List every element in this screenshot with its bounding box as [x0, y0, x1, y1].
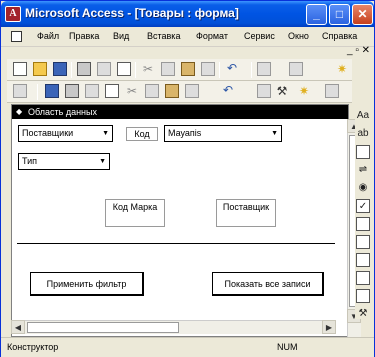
form-window-icon[interactable]	[11, 31, 22, 42]
build-icon[interactable]: ⚒	[275, 84, 289, 98]
suppliers-combo[interactable]: Поставщики ▼	[18, 125, 113, 142]
spelling-icon-2[interactable]	[105, 84, 119, 98]
horizontal-scroll-thumb[interactable]	[27, 322, 179, 333]
print-icon[interactable]	[77, 62, 91, 76]
code-brand-label[interactable]: Код Марка	[105, 199, 165, 227]
apply-filter-button[interactable]: Применить фильтр	[30, 272, 144, 296]
cut-icon[interactable]: ✂	[141, 62, 155, 76]
scroll-left-icon[interactable]: ◀	[11, 320, 25, 334]
status-bar: Конструктор NUM	[1, 337, 374, 357]
menu-view[interactable]: Вид	[113, 31, 129, 41]
new-icon[interactable]	[13, 62, 27, 76]
new-object-icon[interactable]: ✷	[335, 62, 349, 76]
title-bar: A Microsoft Access - [Товары : форма] _ …	[1, 1, 374, 27]
menu-bar: Файл Правка Вид Вставка Формат Сервис Ок…	[1, 27, 374, 47]
menu-insert[interactable]: Вставка	[147, 31, 180, 41]
menu-edit[interactable]: Правка	[69, 31, 99, 41]
separator	[251, 62, 252, 78]
toggle-button-icon[interactable]: ⇌	[356, 163, 370, 177]
close-button[interactable]: ✕	[352, 4, 373, 25]
document-window-controls[interactable]: _ ▫ ✕	[347, 45, 370, 56]
divider-line	[17, 243, 335, 244]
menu-format[interactable]: Формат	[196, 31, 228, 41]
menu-window[interactable]: Окно	[288, 31, 309, 41]
open-icon[interactable]	[33, 62, 47, 76]
insert-hyperlink-icon[interactable]	[257, 62, 271, 76]
save-icon-2[interactable]	[45, 84, 59, 98]
paste-icon[interactable]	[181, 62, 195, 76]
access-window: A Microsoft Access - [Товары : форма] _ …	[0, 0, 375, 357]
more-controls-icon[interactable]: ⚒	[356, 307, 370, 321]
type-combo[interactable]: Тип ▼	[18, 153, 110, 170]
separator	[135, 62, 136, 78]
menu-help[interactable]: Справка	[322, 31, 357, 41]
type-combo-label: Тип	[22, 156, 38, 166]
print-preview-icon-2[interactable]	[85, 84, 99, 98]
code-label[interactable]: Код	[126, 127, 158, 141]
status-mode: Конструктор	[7, 342, 59, 352]
option-group-icon[interactable]	[356, 145, 370, 159]
copy-icon[interactable]	[161, 62, 175, 76]
detail-section-header[interactable]: ◆ Область данных	[12, 105, 348, 119]
minimize-button[interactable]: _	[306, 4, 327, 25]
combo-box-tool-icon[interactable]	[356, 217, 370, 231]
separator	[71, 62, 72, 78]
value-combo[interactable]: Мауапis ▼	[164, 125, 282, 142]
menu-file[interactable]: Файл	[37, 31, 59, 41]
list-box-tool-icon[interactable]	[356, 235, 370, 249]
subform-tool-icon[interactable]	[356, 289, 370, 303]
undo-icon-2[interactable]: ↶	[221, 84, 235, 98]
chevron-down-icon: ▼	[271, 130, 278, 137]
paste-icon-2[interactable]	[165, 84, 179, 98]
menu-tools[interactable]: Сервис	[244, 31, 275, 41]
section-title: Область данных	[28, 107, 97, 117]
horizontal-scrollbar[interactable]: ◀ ▶	[11, 320, 336, 334]
format-painter-icon-2[interactable]	[185, 84, 199, 98]
command-button-tool-icon[interactable]	[356, 253, 370, 267]
num-lock-indicator: NUM	[277, 342, 298, 352]
supplier-label[interactable]: Поставщик	[216, 199, 276, 227]
separator	[37, 84, 38, 100]
checkbox-tool-icon[interactable]: ✓	[356, 199, 370, 213]
controls-toolbox: Aa ab ⇌ ◉ ✓ ⚒	[355, 109, 371, 319]
save-icon[interactable]	[53, 62, 67, 76]
print-preview-icon[interactable]	[97, 62, 111, 76]
field-list-icon[interactable]	[289, 62, 303, 76]
chevron-down-icon: ▼	[99, 158, 106, 165]
access-icon[interactable]: A	[5, 6, 21, 22]
value-combo-label: Мауапis	[168, 128, 202, 138]
form-design-toolbar: ✂ ↶ ⚒ ✷	[7, 81, 352, 103]
form-design-surface[interactable]: ◆ Область данных Поставщики ▼ Код Мауапi…	[11, 104, 361, 338]
chevron-down-icon: ▼	[102, 130, 109, 137]
cut-icon-2[interactable]: ✂	[125, 84, 139, 98]
database-window-icon[interactable]: ✷	[297, 84, 311, 98]
spelling-icon[interactable]	[117, 62, 131, 76]
image-tool-icon[interactable]	[356, 271, 370, 285]
print-icon-2[interactable]	[65, 84, 79, 98]
option-button-icon[interactable]: ◉	[356, 181, 370, 195]
new-object-icon-2[interactable]	[325, 84, 339, 98]
show-all-records-button[interactable]: Показать все записи	[212, 272, 324, 296]
separator	[219, 62, 220, 78]
standard-toolbar: ✂ ↶ ✷	[7, 59, 352, 81]
section-marker-icon: ◆	[16, 107, 23, 116]
properties-icon[interactable]	[257, 84, 271, 98]
window-title: Microsoft Access - [Товары : форма]	[25, 6, 239, 20]
undo-icon[interactable]: ↶	[225, 62, 239, 76]
copy-icon-2[interactable]	[145, 84, 159, 98]
suppliers-combo-label: Поставщики	[22, 128, 74, 138]
scroll-right-icon[interactable]: ▶	[322, 320, 336, 334]
format-painter-icon[interactable]	[201, 62, 215, 76]
textbox-tool-icon[interactable]: ab	[356, 127, 370, 141]
view-icon[interactable]	[13, 84, 27, 98]
maximize-button[interactable]: □	[329, 4, 350, 25]
label-tool-icon[interactable]: Aa	[356, 109, 370, 123]
